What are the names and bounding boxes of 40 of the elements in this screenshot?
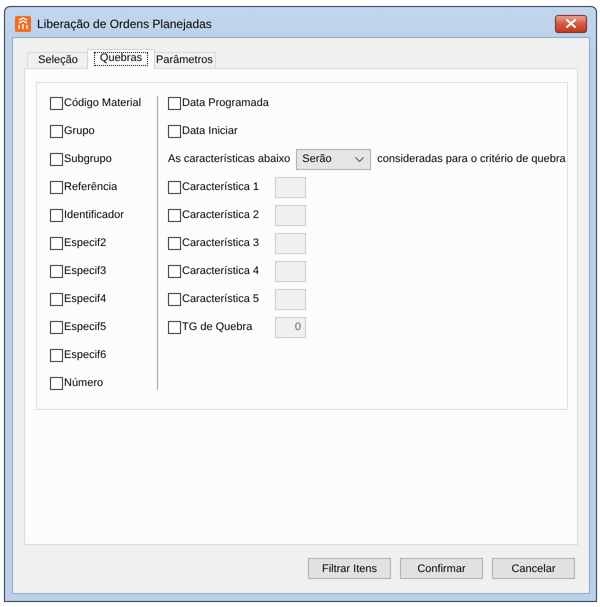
chevron-down-icon bbox=[355, 156, 364, 162]
checkbox[interactable] bbox=[168, 96, 181, 110]
checkbox-label[interactable]: Especif3 bbox=[64, 265, 106, 277]
checkbox[interactable] bbox=[50, 320, 63, 334]
button[interactable]: Cancelar bbox=[492, 558, 575, 579]
dropdown[interactable]: Serão bbox=[296, 148, 372, 170]
close-button[interactable] bbox=[555, 14, 587, 32]
tab[interactable]: Quebras bbox=[87, 49, 155, 69]
checkbox[interactable] bbox=[50, 96, 63, 110]
checkbox[interactable] bbox=[50, 348, 63, 362]
checkbox-label[interactable]: Código Material bbox=[64, 97, 142, 109]
checkbox-label[interactable]: Identificador bbox=[64, 209, 124, 221]
checkbox-label[interactable]: Número bbox=[64, 377, 104, 389]
rule-text: consideradas para o critério de quebra bbox=[377, 153, 566, 165]
checkbox-label[interactable]: Especif5 bbox=[64, 321, 106, 333]
checkbox-label[interactable]: Data Iniciar bbox=[182, 125, 238, 137]
rule-text: As características abaixo bbox=[168, 153, 290, 165]
close-icon bbox=[566, 19, 576, 28]
checkbox-label[interactable]: Subgrupo bbox=[64, 153, 112, 165]
checkbox[interactable] bbox=[50, 152, 63, 166]
checkbox-label[interactable]: Referência bbox=[64, 181, 118, 193]
checkbox[interactable] bbox=[50, 292, 63, 306]
button[interactable]: Filtrar Itens bbox=[308, 558, 391, 579]
checkbox-label[interactable]: Data Programada bbox=[182, 97, 269, 109]
checkbox[interactable] bbox=[50, 124, 63, 138]
checkbox-label[interactable]: Especif2 bbox=[64, 237, 106, 249]
checkbox[interactable] bbox=[50, 236, 63, 250]
button[interactable]: Confirmar bbox=[400, 558, 483, 579]
tab[interactable]: Parâmetros bbox=[153, 52, 216, 68]
window-title: Liberação de Ordens Planejadas bbox=[37, 16, 213, 30]
checkbox-label[interactable]: Grupo bbox=[64, 125, 95, 137]
checkbox[interactable] bbox=[50, 264, 63, 278]
checkbox-label[interactable]: Especif4 bbox=[64, 293, 106, 305]
checkbox[interactable] bbox=[50, 376, 63, 390]
checkbox[interactable] bbox=[50, 180, 63, 194]
tab[interactable]: Seleção bbox=[27, 52, 89, 68]
checkbox[interactable] bbox=[50, 208, 63, 222]
app-logo-icon bbox=[15, 16, 31, 32]
checkbox-label[interactable]: Especif6 bbox=[64, 349, 106, 361]
checkbox[interactable] bbox=[168, 124, 181, 138]
